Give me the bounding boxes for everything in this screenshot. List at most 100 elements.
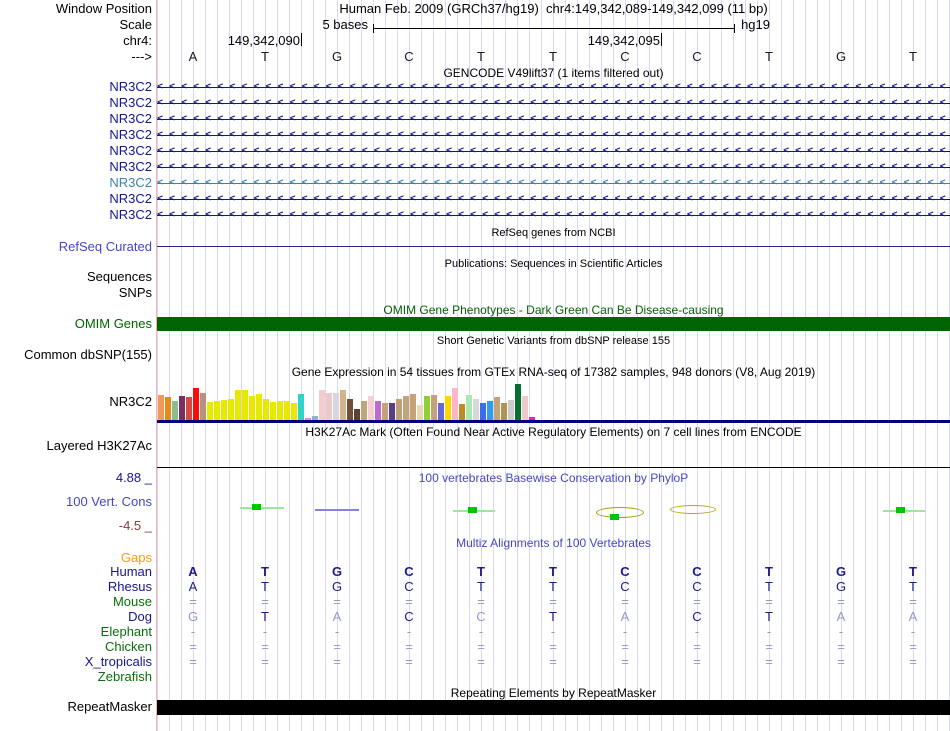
- multiz-aligned-base[interactable]: =: [900, 640, 926, 654]
- gtex-tissue-bar[interactable]: [277, 401, 283, 420]
- multiz-aligned-base[interactable]: =: [468, 595, 494, 609]
- gtex-tissue-bar[interactable]: [452, 388, 458, 420]
- gtex-tissue-bar[interactable]: [361, 401, 367, 420]
- snps-track-label[interactable]: SNPs: [119, 286, 152, 300]
- multiz-aligned-base[interactable]: C: [396, 580, 422, 594]
- multiz-aligned-base[interactable]: =: [756, 655, 782, 669]
- gtex-tissue-bar[interactable]: [480, 403, 486, 420]
- multiz-aligned-base[interactable]: A: [900, 610, 926, 624]
- gencode-gene-label[interactable]: NR3C2: [109, 80, 152, 94]
- multiz-aligned-base[interactable]: T: [540, 580, 566, 594]
- multiz-aligned-base[interactable]: =: [252, 595, 278, 609]
- multiz-aligned-base[interactable]: =: [468, 655, 494, 669]
- repeatmasker-element-bar[interactable]: [157, 700, 950, 715]
- multiz-aligned-base[interactable]: C: [468, 610, 494, 624]
- gtex-tissue-bar[interactable]: [410, 394, 416, 420]
- gtex-tissue-bar[interactable]: [214, 401, 220, 420]
- gencode-gene-row[interactable]: <<<<<<<<<<<<<<<<<<<<<<<<<<<<<<<<<<<<<<<<…: [157, 80, 950, 94]
- gtex-tissue-bar[interactable]: [172, 401, 178, 420]
- multiz-aligned-base[interactable]: =: [252, 640, 278, 654]
- gtex-tissue-bar[interactable]: [291, 403, 297, 420]
- multiz-aligned-base[interactable]: =: [612, 640, 638, 654]
- gtex-tissue-bar[interactable]: [431, 395, 437, 420]
- multiz-aligned-base[interactable]: T: [468, 565, 494, 579]
- multiz-species-label[interactable]: Elephant: [101, 625, 152, 639]
- multiz-species-label[interactable]: Gaps: [121, 551, 152, 565]
- multiz-aligned-base[interactable]: =: [324, 655, 350, 669]
- multiz-aligned-base[interactable]: -: [252, 625, 278, 639]
- gencode-gene-row[interactable]: <<<<<<<<<<<<<<<<<<<<<<<<<<<<<<<<<<<<<<<<…: [157, 160, 950, 174]
- gtex-tissue-bar[interactable]: [403, 396, 409, 420]
- omim-genes-track-label[interactable]: OMIM Genes: [75, 317, 152, 331]
- gtex-tissue-bar[interactable]: [333, 393, 339, 420]
- gencode-gene-row[interactable]: <<<<<<<<<<<<<<<<<<<<<<<<<<<<<<<<<<<<<<<<…: [157, 144, 950, 158]
- gencode-gene-label[interactable]: NR3C2: [109, 192, 152, 206]
- multiz-aligned-base[interactable]: =: [540, 595, 566, 609]
- gtex-tissue-bar[interactable]: [445, 396, 451, 420]
- multiz-aligned-base[interactable]: =: [540, 655, 566, 669]
- gtex-tissue-bar[interactable]: [242, 390, 248, 420]
- multiz-aligned-base[interactable]: =: [180, 595, 206, 609]
- multiz-aligned-base[interactable]: T: [468, 580, 494, 594]
- phylop-score-segment[interactable]: [315, 509, 359, 511]
- multiz-species-label[interactable]: Rhesus: [108, 580, 152, 594]
- multiz-aligned-base[interactable]: G: [324, 580, 350, 594]
- multiz-aligned-base[interactable]: G: [324, 565, 350, 579]
- multiz-aligned-base[interactable]: C: [396, 565, 422, 579]
- multiz-aligned-base[interactable]: -: [540, 625, 566, 639]
- gtex-tissue-bar[interactable]: [319, 390, 325, 420]
- gtex-tissue-bar[interactable]: [179, 396, 185, 420]
- multiz-aligned-base[interactable]: A: [180, 565, 206, 579]
- multiz-aligned-base[interactable]: =: [900, 655, 926, 669]
- gtex-tissue-bar[interactable]: [522, 396, 528, 420]
- multiz-aligned-base[interactable]: =: [324, 595, 350, 609]
- common-dbsnp-track-label[interactable]: Common dbSNP(155): [24, 348, 152, 362]
- sequences-track-label[interactable]: Sequences: [87, 270, 152, 284]
- multiz-aligned-base[interactable]: -: [180, 625, 206, 639]
- multiz-aligned-base[interactable]: T: [540, 610, 566, 624]
- multiz-aligned-base[interactable]: =: [900, 595, 926, 609]
- multiz-aligned-base[interactable]: T: [252, 565, 278, 579]
- phylop-score-ellipse[interactable]: [596, 507, 644, 518]
- gencode-gene-row[interactable]: <<<<<<<<<<<<<<<<<<<<<<<<<<<<<<<<<<<<<<<<…: [157, 128, 950, 142]
- repeatmasker-track-label[interactable]: RepeatMasker: [67, 700, 152, 714]
- gtex-gene-label[interactable]: NR3C2: [109, 395, 152, 409]
- layered-h3k27ac-track-label[interactable]: Layered H3K27Ac: [46, 439, 152, 453]
- multiz-aligned-base[interactable]: T: [756, 610, 782, 624]
- strand-direction-label[interactable]: --->: [131, 50, 152, 64]
- multiz-aligned-base[interactable]: -: [324, 625, 350, 639]
- gtex-expression-bar-chart[interactable]: [158, 382, 535, 420]
- gtex-tissue-bar[interactable]: [466, 395, 472, 420]
- multiz-aligned-base[interactable]: =: [252, 655, 278, 669]
- omim-gene-bar[interactable]: [157, 317, 950, 331]
- gencode-gene-row[interactable]: <<<<<<<<<<<<<<<<<<<<<<<<<<<<<<<<<<<<<<<<…: [157, 96, 950, 110]
- multiz-species-label[interactable]: Zebrafish: [98, 670, 152, 684]
- multiz-aligned-base[interactable]: C: [684, 580, 710, 594]
- multiz-aligned-base[interactable]: -: [684, 625, 710, 639]
- refseq-curated-track-label[interactable]: RefSeq Curated: [59, 240, 152, 254]
- multiz-aligned-base[interactable]: =: [684, 640, 710, 654]
- gencode-gene-row[interactable]: <<<<<<<<<<<<<<<<<<<<<<<<<<<<<<<<<<<<<<<<…: [157, 112, 950, 126]
- multiz-aligned-base[interactable]: C: [684, 610, 710, 624]
- multiz-aligned-base[interactable]: C: [612, 565, 638, 579]
- multiz-aligned-base[interactable]: T: [900, 580, 926, 594]
- gtex-tissue-bar[interactable]: [263, 399, 269, 420]
- gtex-tissue-bar[interactable]: [284, 401, 290, 420]
- multiz-aligned-base[interactable]: A: [612, 610, 638, 624]
- gtex-tissue-bar[interactable]: [235, 390, 241, 420]
- multiz-aligned-base[interactable]: =: [324, 640, 350, 654]
- multiz-aligned-base[interactable]: =: [540, 640, 566, 654]
- gtex-tissue-bar[interactable]: [193, 388, 199, 420]
- multiz-aligned-base[interactable]: =: [180, 655, 206, 669]
- multiz-aligned-base[interactable]: C: [684, 565, 710, 579]
- gencode-gene-label[interactable]: NR3C2: [109, 208, 152, 222]
- gencode-gene-label[interactable]: NR3C2: [109, 112, 152, 126]
- multiz-aligned-base[interactable]: A: [180, 580, 206, 594]
- gtex-tissue-bar[interactable]: [382, 403, 388, 420]
- gtex-tissue-bar[interactable]: [228, 399, 234, 420]
- multiz-aligned-base[interactable]: -: [900, 625, 926, 639]
- multiz-aligned-base[interactable]: T: [252, 580, 278, 594]
- gtex-tissue-bar[interactable]: [165, 397, 171, 420]
- multiz-aligned-base[interactable]: C: [612, 580, 638, 594]
- gtex-tissue-bar[interactable]: [354, 409, 360, 420]
